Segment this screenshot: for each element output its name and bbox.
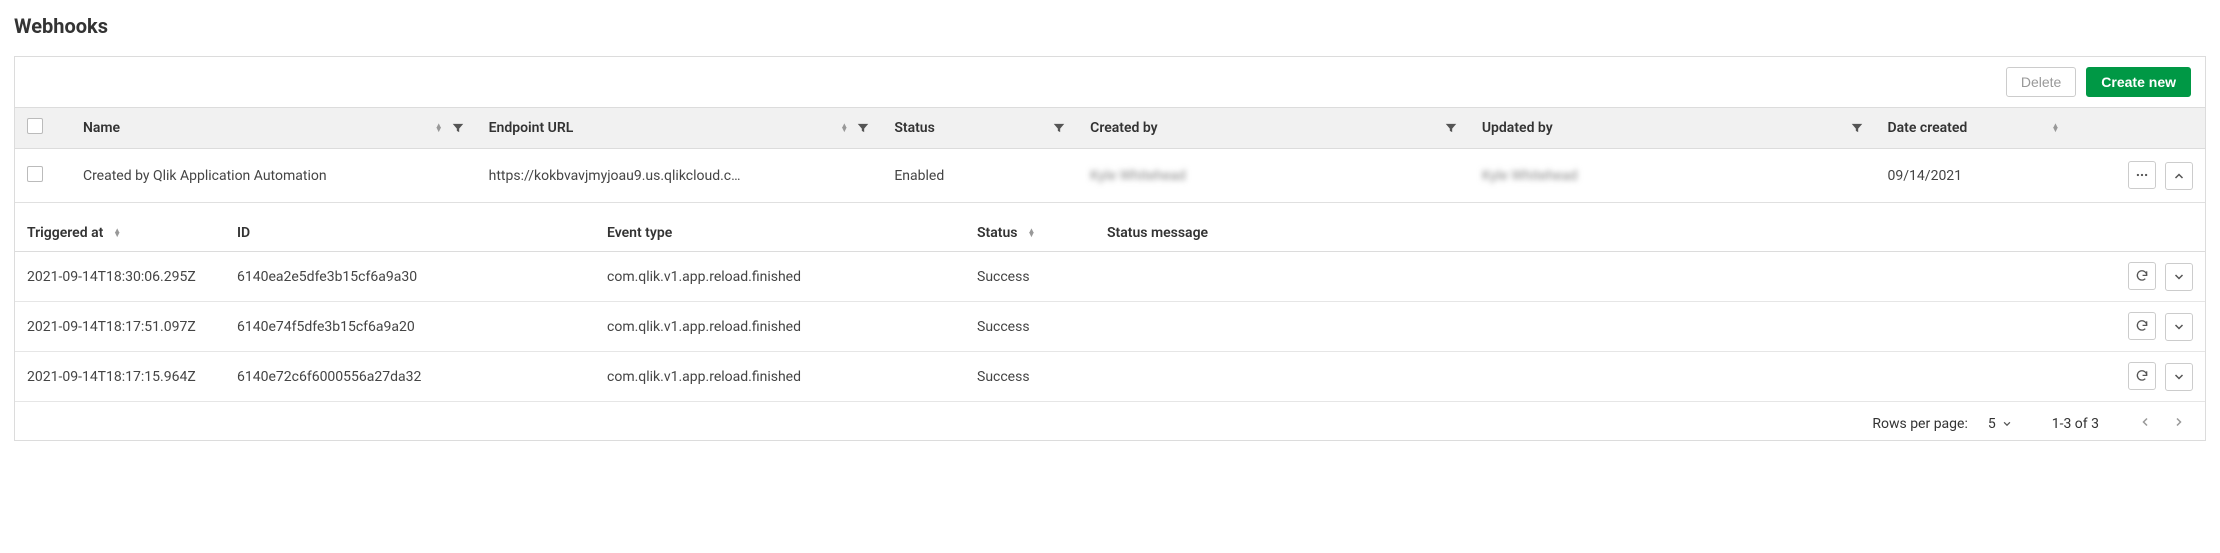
- row-collapse-button[interactable]: [2165, 162, 2193, 190]
- chevron-down-icon: [2173, 321, 2185, 333]
- checkbox-icon: [27, 118, 43, 134]
- chevron-right-icon: [2173, 416, 2185, 428]
- header-eventtype[interactable]: Event type: [595, 215, 965, 252]
- header-name[interactable]: Name ▲▼: [71, 108, 477, 149]
- header-datecreated[interactable]: Date created ▲▼: [1876, 108, 2072, 149]
- resend-button[interactable]: [2128, 312, 2156, 340]
- panel-actions: Delete Create new: [15, 57, 2205, 107]
- header-id[interactable]: ID: [225, 215, 595, 252]
- table-row: 2021-09-14T18:17:15.964Z 6140e72c6f60005…: [15, 352, 2205, 402]
- create-new-button[interactable]: Create new: [2086, 67, 2191, 97]
- cell-triggered-at: 2021-09-14T18:17:51.097Z: [15, 302, 225, 352]
- webhook-events-panel: Triggered at ▲▼ ID Event type St: [15, 203, 2205, 440]
- sort-icon: ▲▼: [113, 229, 121, 237]
- header-name-label: Name: [83, 120, 120, 136]
- header-eventtype-label: Event type: [607, 225, 672, 241]
- table-row: 2021-09-14T18:17:51.097Z 6140e74f5dfe3b1…: [15, 302, 2205, 352]
- chevron-up-icon: [2173, 170, 2185, 182]
- cell-triggered-at: 2021-09-14T18:17:15.964Z: [15, 352, 225, 402]
- filter-icon: [856, 121, 870, 135]
- cell-triggered-at: 2021-09-14T18:30:06.295Z: [15, 252, 225, 302]
- cell-id: 6140e72c6f6000556a27da32: [225, 352, 595, 402]
- header-triggered-at[interactable]: Triggered at ▲▼: [15, 215, 225, 252]
- cell-eventtype: com.qlik.v1.app.reload.finished: [595, 252, 965, 302]
- filter-icon: [1444, 121, 1458, 135]
- rows-per-page-select[interactable]: 5: [1988, 416, 2012, 432]
- header-status-label: Status: [894, 120, 934, 136]
- table-row[interactable]: Created by Qlik Application Automation h…: [15, 149, 2205, 203]
- header-createdby-label: Created by: [1090, 120, 1157, 136]
- header-createdby[interactable]: Created by: [1078, 108, 1470, 149]
- header-triggered-at-label: Triggered at: [27, 225, 103, 241]
- cell-status: Success: [965, 252, 1095, 302]
- cell-name: Created by Qlik Application Automation: [71, 149, 477, 203]
- header-id-label: ID: [237, 225, 250, 241]
- row-more-button[interactable]: [2128, 161, 2156, 189]
- chevron-down-icon: [2173, 371, 2185, 383]
- resend-button[interactable]: [2128, 362, 2156, 390]
- webhooks-table: Name ▲▼ Endpoint URL: [15, 107, 2205, 203]
- refresh-icon: [2135, 369, 2149, 383]
- events-table: Triggered at ▲▼ ID Event type St: [15, 215, 2205, 402]
- webhooks-panel: Delete Create new: [14, 56, 2206, 441]
- page-range-label: 1-3 of 3: [2052, 416, 2099, 432]
- expand-button[interactable]: [2165, 363, 2193, 391]
- header-updatedby-label: Updated by: [1482, 120, 1553, 136]
- header-statusmsg[interactable]: Status message: [1095, 215, 2105, 252]
- table-row: 2021-09-14T18:30:06.295Z 6140ea2e5dfe3b1…: [15, 252, 2205, 302]
- chevron-down-icon: [2173, 271, 2185, 283]
- header-statusmsg-label: Status message: [1107, 225, 1208, 241]
- next-page-button[interactable]: [2173, 416, 2185, 432]
- expand-button[interactable]: [2165, 263, 2193, 291]
- header-updatedby[interactable]: Updated by: [1470, 108, 1876, 149]
- more-icon: [2135, 168, 2149, 182]
- header-endpoint[interactable]: Endpoint URL ▲▼: [477, 108, 883, 149]
- header-select-all[interactable]: [15, 108, 71, 149]
- pagination: Rows per page: 5 1-3 of 3: [15, 402, 2205, 440]
- chevron-down-icon: [2002, 419, 2012, 429]
- cell-endpoint: https://kokbvavjmyjoau9.us.qlikcloud.c…: [477, 149, 883, 203]
- cell-eventtype: com.qlik.v1.app.reload.finished: [595, 352, 965, 402]
- cell-status: Enabled: [882, 149, 1078, 203]
- filter-icon: [451, 121, 465, 135]
- cell-updatedby: Kyle Whitehead: [1470, 149, 1876, 203]
- header-endpoint-label: Endpoint URL: [489, 120, 574, 136]
- refresh-icon: [2135, 269, 2149, 283]
- chevron-left-icon: [2139, 416, 2151, 428]
- cell-status: Success: [965, 352, 1095, 402]
- cell-id: 6140ea2e5dfe3b15cf6a9a30: [225, 252, 595, 302]
- expand-button[interactable]: [2165, 313, 2193, 341]
- refresh-icon: [2135, 319, 2149, 333]
- sort-icon: ▲▼: [840, 124, 848, 132]
- checkbox-icon[interactable]: [27, 166, 43, 182]
- delete-button[interactable]: Delete: [2006, 67, 2076, 97]
- sort-icon: ▲▼: [435, 124, 443, 132]
- rows-per-page-value: 5: [1988, 416, 1996, 432]
- rows-per-page-label: Rows per page:: [1872, 416, 1967, 432]
- cell-id: 6140e74f5dfe3b15cf6a9a20: [225, 302, 595, 352]
- cell-statusmsg: [1095, 252, 2105, 302]
- filter-icon: [1052, 121, 1066, 135]
- cell-eventtype: com.qlik.v1.app.reload.finished: [595, 302, 965, 352]
- sort-icon: ▲▼: [1027, 229, 1035, 237]
- sort-icon: ▲▼: [2051, 124, 2059, 132]
- header-actions: [2071, 108, 2205, 149]
- header-status-label: Status: [977, 225, 1017, 241]
- prev-page-button[interactable]: [2139, 416, 2151, 432]
- cell-statusmsg: [1095, 352, 2105, 402]
- cell-datecreated: 09/14/2021: [1876, 149, 2072, 203]
- header-actions: [2105, 215, 2205, 252]
- cell-status: Success: [965, 302, 1095, 352]
- filter-icon: [1850, 121, 1864, 135]
- resend-button[interactable]: [2128, 262, 2156, 290]
- header-status[interactable]: Status ▲▼: [965, 215, 1095, 252]
- header-status[interactable]: Status: [882, 108, 1078, 149]
- header-datecreated-label: Date created: [1888, 120, 1968, 136]
- cell-createdby: Kyle Whitehead: [1078, 149, 1470, 203]
- page-title: Webhooks: [14, 14, 2206, 38]
- cell-statusmsg: [1095, 302, 2105, 352]
